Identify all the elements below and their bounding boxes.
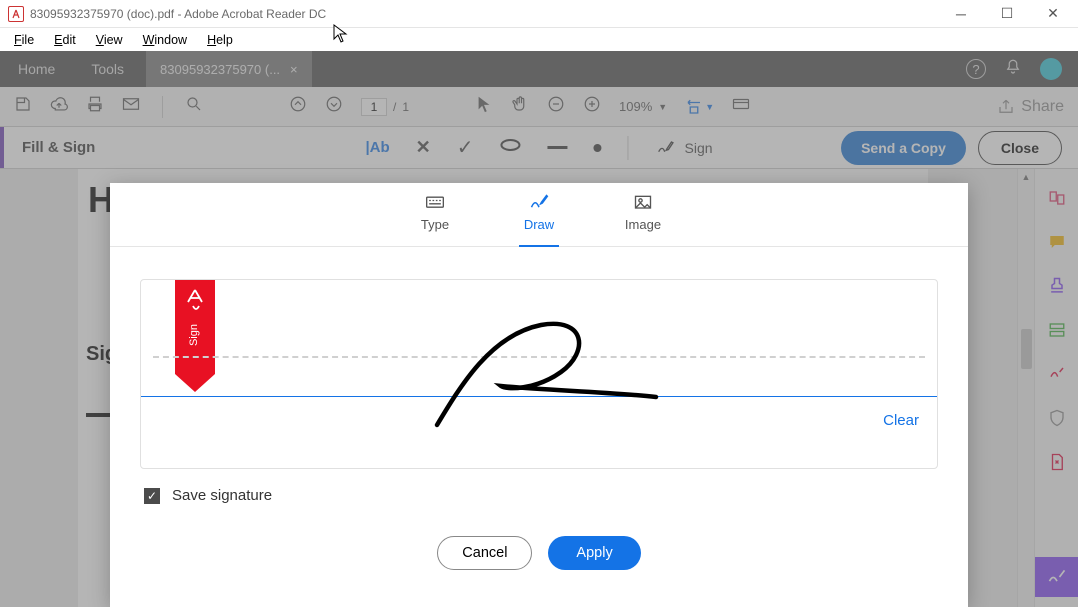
- apply-button[interactable]: Apply: [548, 536, 640, 570]
- save-signature-row: ✓ Save signature: [144, 487, 968, 504]
- window-maximize-button[interactable]: ☐: [984, 0, 1030, 28]
- menu-file[interactable]: File: [6, 31, 42, 49]
- tab-type[interactable]: Type: [405, 193, 465, 246]
- window-close-button[interactable]: ✕: [1030, 0, 1076, 28]
- menu-bar: File Edit View Window Help: [0, 28, 1078, 51]
- clear-signature-button[interactable]: Clear: [883, 412, 919, 429]
- menu-window[interactable]: Window: [135, 31, 195, 49]
- adobe-app-icon: [8, 6, 24, 22]
- save-signature-label: Save signature: [172, 487, 272, 504]
- signature-modal: Type Draw Image Sign Clear ✓ Save signat…: [110, 183, 968, 607]
- menu-edit[interactable]: Edit: [46, 31, 84, 49]
- window-minimize-button[interactable]: ─: [938, 0, 984, 28]
- signature-mode-tabs: Type Draw Image: [110, 183, 968, 247]
- window-titlebar: 83095932375970 (doc).pdf - Adobe Acrobat…: [0, 0, 1078, 28]
- save-signature-checkbox[interactable]: ✓: [144, 488, 160, 504]
- signature-canvas[interactable]: Sign Clear: [140, 279, 938, 469]
- menu-help[interactable]: Help: [199, 31, 241, 49]
- menu-view[interactable]: View: [88, 31, 131, 49]
- tab-draw[interactable]: Draw: [509, 193, 569, 246]
- signature-drawing: [141, 280, 941, 470]
- tab-image[interactable]: Image: [613, 193, 673, 246]
- cancel-button[interactable]: Cancel: [437, 536, 532, 570]
- window-title: 83095932375970 (doc).pdf - Adobe Acrobat…: [30, 7, 326, 21]
